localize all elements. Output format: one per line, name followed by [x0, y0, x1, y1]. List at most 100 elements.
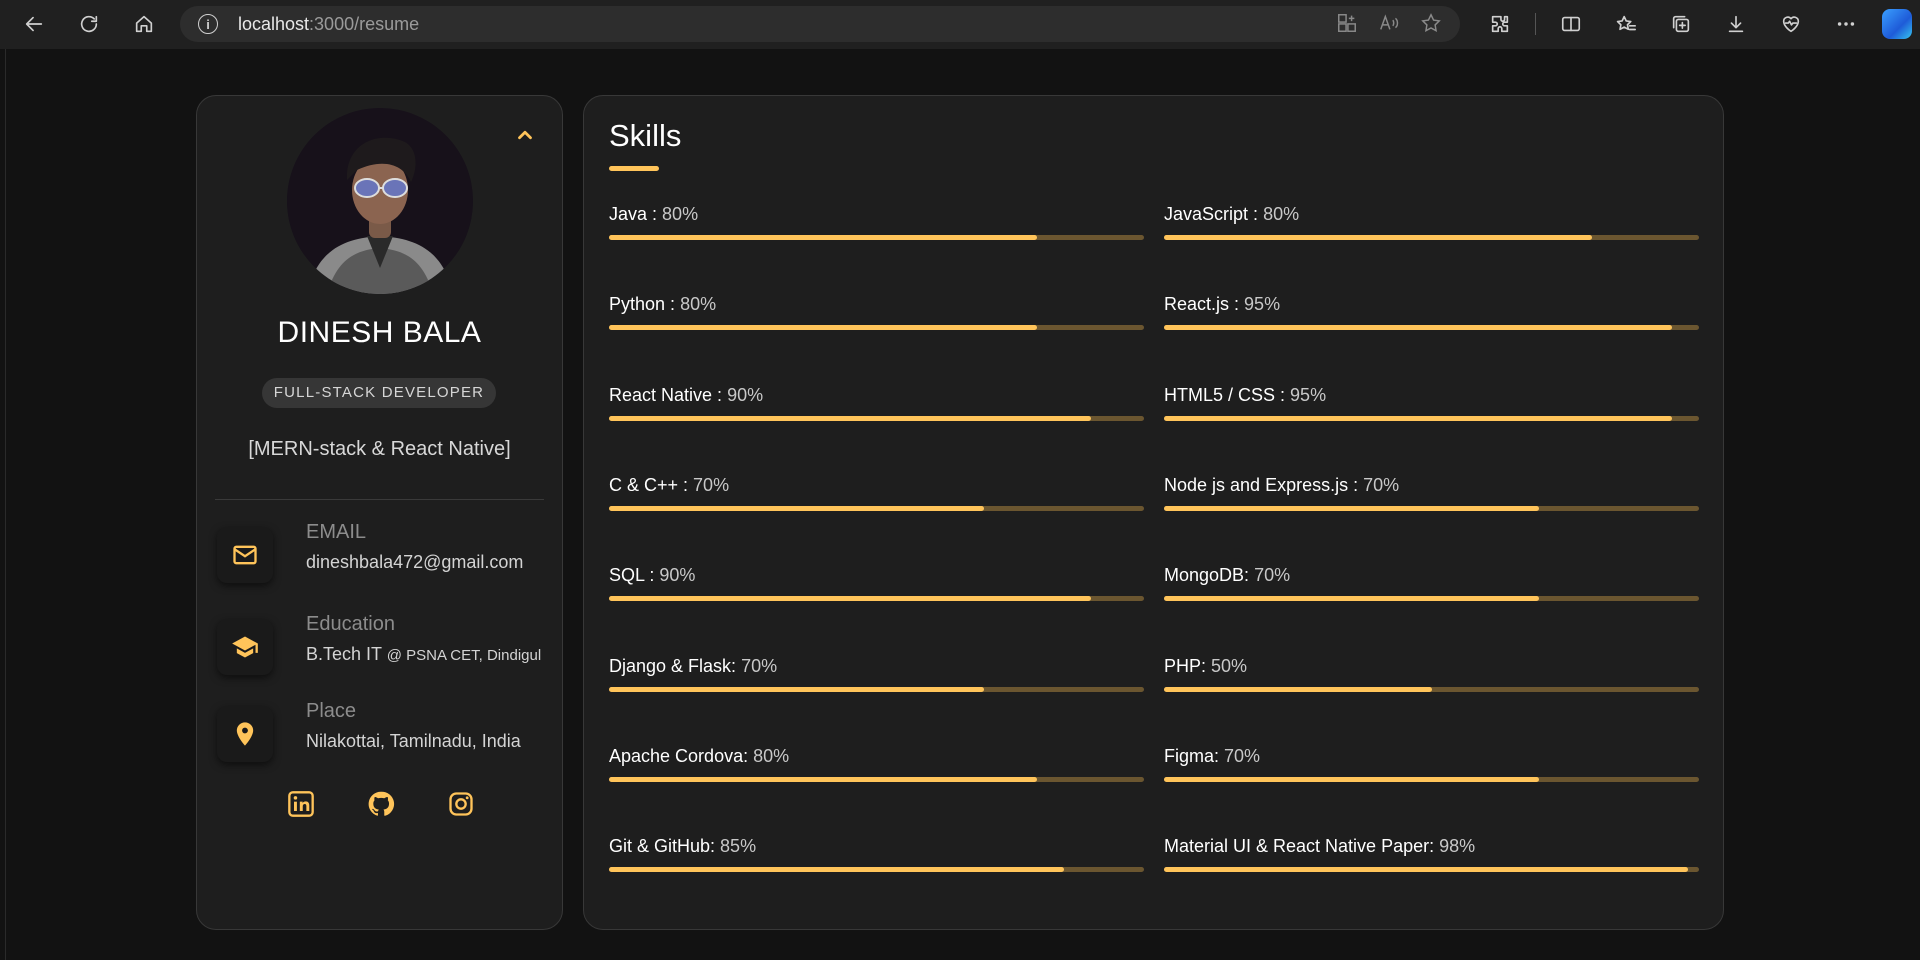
- skill-progress-track: [1164, 325, 1699, 330]
- skill-progress-track: [1164, 596, 1699, 601]
- site-info-icon[interactable]: i: [198, 14, 218, 34]
- skill-progress-fill: [1164, 777, 1539, 782]
- toolbar-separator: [1535, 13, 1536, 35]
- browser-toolbar: i localhost:3000/resume: [0, 0, 1920, 49]
- linkedin-icon[interactable]: [287, 790, 315, 818]
- skill-progress-track: [609, 687, 1144, 692]
- skill-label: Python : 80%: [609, 294, 1144, 315]
- education-label: Education: [306, 613, 395, 635]
- skill-progress-fill: [1164, 235, 1592, 240]
- skill-item: Python : 80%: [609, 294, 1144, 330]
- email-value[interactable]: dineshbala472@gmail.com: [306, 552, 523, 573]
- skill-item: PHP: 50%: [1164, 656, 1699, 692]
- skill-percent: 80%: [662, 204, 699, 224]
- skill-name: Apache Cordova:: [609, 746, 749, 766]
- favorite-star-icon[interactable]: [1420, 12, 1442, 34]
- skill-progress-track: [1164, 687, 1699, 692]
- skill-progress-fill: [609, 506, 984, 511]
- skill-progress-fill: [1164, 416, 1673, 421]
- skill-label: Java : 80%: [609, 204, 1144, 225]
- skill-name: SQL :: [609, 565, 655, 585]
- skill-item: React Native : 90%: [609, 385, 1144, 421]
- more-options-icon[interactable]: [1826, 4, 1866, 44]
- skill-label: React.js : 95%: [1164, 294, 1699, 315]
- skill-progress-track: [609, 777, 1144, 782]
- refresh-icon[interactable]: [69, 4, 109, 44]
- favorites-icon[interactable]: [1606, 4, 1646, 44]
- skill-progress-track: [609, 506, 1144, 511]
- skill-name: Material UI & React Native Paper:: [1164, 836, 1435, 856]
- skill-name: HTML5 / CSS :: [1164, 385, 1286, 405]
- skill-item: JavaScript : 80%: [1164, 204, 1699, 240]
- skill-name: Figma:: [1164, 746, 1220, 766]
- skill-label: Node js and Express.js : 70%: [1164, 475, 1699, 496]
- title-underline: [609, 166, 659, 171]
- skill-percent: 70%: [693, 475, 730, 495]
- role-badge: FULL-STACK DEVELOPER: [262, 378, 496, 408]
- skill-name: Git & GitHub:: [609, 836, 716, 856]
- skill-percent: 95%: [1290, 385, 1327, 405]
- location-pin-icon: [217, 706, 273, 762]
- app-available-icon[interactable]: [1336, 12, 1358, 34]
- skill-percent: 70%: [1254, 565, 1291, 585]
- skill-progress-track: [609, 235, 1144, 240]
- profile-card: DINESH BALA FULL-STACK DEVELOPER [MERN-s…: [196, 95, 563, 930]
- skill-progress-fill: [609, 235, 1037, 240]
- skill-item: Apache Cordova: 80%: [609, 746, 1144, 782]
- skill-progress-fill: [609, 867, 1064, 872]
- divider: [215, 499, 544, 500]
- skill-percent: 80%: [1263, 204, 1300, 224]
- skill-name: Python :: [609, 294, 676, 314]
- skill-percent: 98%: [1439, 836, 1476, 856]
- skill-progress-fill: [609, 777, 1037, 782]
- home-icon[interactable]: [124, 4, 164, 44]
- email-label: EMAIL: [306, 521, 367, 543]
- skill-progress-fill: [1164, 506, 1539, 511]
- skill-name: React Native :: [609, 385, 723, 405]
- collapse-chevron-icon[interactable]: [514, 124, 536, 146]
- downloads-icon[interactable]: [1716, 4, 1756, 44]
- instagram-icon[interactable]: [447, 790, 475, 818]
- split-screen-icon[interactable]: [1551, 4, 1591, 44]
- skill-name: Node js and Express.js :: [1164, 475, 1359, 495]
- skill-percent: 70%: [1224, 746, 1261, 766]
- url-text[interactable]: localhost:3000/resume: [238, 14, 419, 35]
- skill-progress-fill: [609, 325, 1037, 330]
- skill-item: HTML5 / CSS : 95%: [1164, 385, 1699, 421]
- skill-progress-track: [1164, 235, 1699, 240]
- skill-item: Git & GitHub: 85%: [609, 836, 1144, 872]
- social-links: [287, 790, 475, 818]
- skill-label: React Native : 90%: [609, 385, 1144, 406]
- github-icon[interactable]: [367, 790, 395, 818]
- place-label: Place: [306, 700, 357, 722]
- skill-label: MongoDB: 70%: [1164, 565, 1699, 586]
- skill-progress-track: [609, 416, 1144, 421]
- contact-education: Education B.Tech IT @ PSNA CET, Dindigul: [217, 613, 547, 683]
- skill-label: SQL : 90%: [609, 565, 1144, 586]
- skill-item: Django & Flask: 70%: [609, 656, 1144, 692]
- copilot-icon[interactable]: [1882, 9, 1912, 39]
- skills-title: Skills: [609, 118, 682, 153]
- skill-progress-track: [1164, 416, 1699, 421]
- browser-essentials-icon[interactable]: [1771, 4, 1811, 44]
- skill-progress-track: [1164, 506, 1699, 511]
- skill-label: Git & GitHub: 85%: [609, 836, 1144, 857]
- read-aloud-icon[interactable]: [1378, 12, 1400, 34]
- skill-percent: 90%: [659, 565, 696, 585]
- collections-icon[interactable]: [1661, 4, 1701, 44]
- skill-name: JavaScript :: [1164, 204, 1259, 224]
- skill-progress-track: [609, 325, 1144, 330]
- education-degree: B.Tech IT: [306, 644, 382, 664]
- skill-item: Java : 80%: [609, 204, 1144, 240]
- avatar: [287, 108, 473, 294]
- skill-label: HTML5 / CSS : 95%: [1164, 385, 1699, 406]
- address-bar[interactable]: i localhost:3000/resume: [180, 6, 1460, 42]
- extensions-icon[interactable]: [1480, 4, 1520, 44]
- skill-progress-fill: [1164, 325, 1673, 330]
- skill-percent: 70%: [1363, 475, 1400, 495]
- skill-name: MongoDB:: [1164, 565, 1250, 585]
- skill-progress-fill: [1164, 596, 1539, 601]
- back-icon[interactable]: [14, 4, 54, 44]
- skill-name: Django & Flask:: [609, 656, 737, 676]
- skill-percent: 80%: [680, 294, 717, 314]
